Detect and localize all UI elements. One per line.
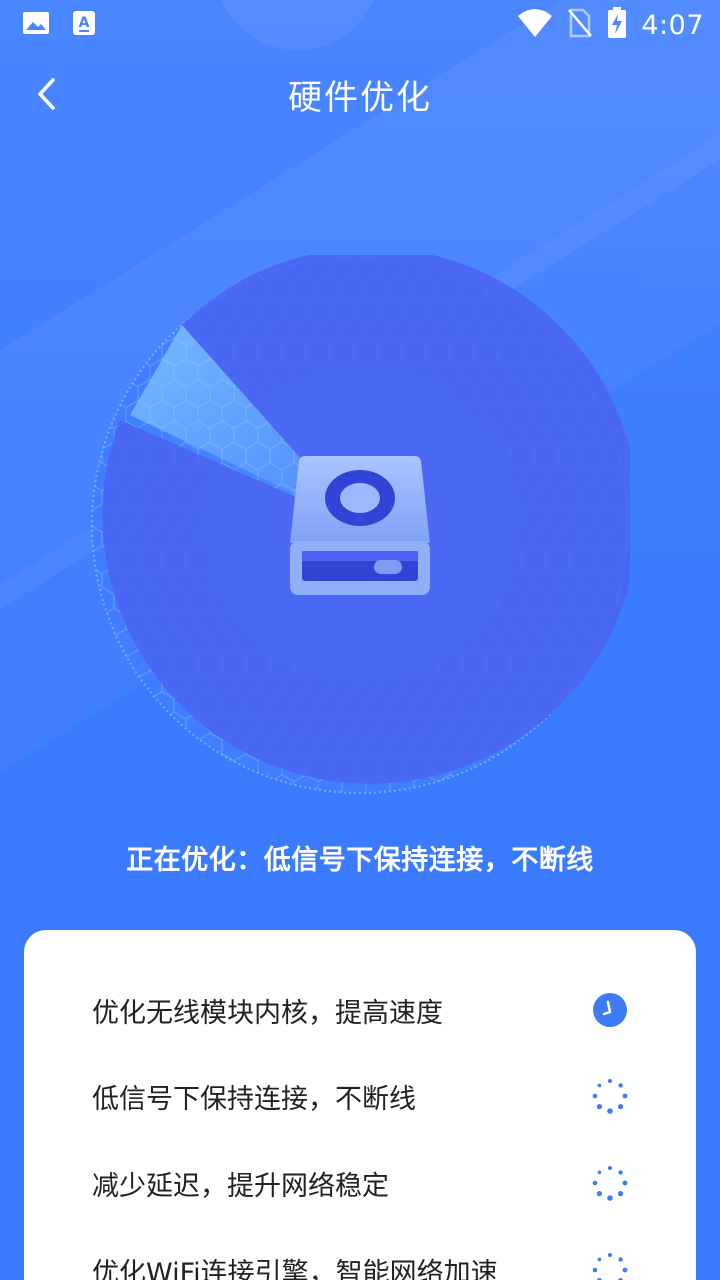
spinner-icon [592, 1078, 628, 1114]
clock-check-icon [592, 992, 628, 1028]
status-bar-left: A [22, 10, 96, 40]
task-item: 减少延迟，提升网络稳定 [24, 1153, 696, 1213]
task-label: 优化WiFi连接引擎，智能网络加速 [92, 1257, 498, 1280]
task-label: 减少延迟，提升网络稳定 [92, 1170, 389, 1202]
back-button[interactable] [26, 72, 66, 116]
battery-charging-icon [607, 7, 627, 43]
task-label: 低信号下保持连接，不断线 [92, 1083, 416, 1115]
wifi-icon [517, 8, 553, 42]
status-bar-right: 4:07 [517, 7, 704, 43]
optimizing-status-text: 正在优化：低信号下保持连接，不断线 [126, 845, 594, 876]
task-list-card: 优化无线模块内核，提高速度 低信号下保持连接，不断线 减少延迟，提升网络稳定 优… [24, 930, 696, 1280]
app-header: 硬件优化 [0, 58, 720, 130]
hard-drive-icon [290, 456, 430, 595]
status-bar: A 4:07 [0, 0, 720, 50]
image-icon [22, 11, 50, 39]
text-app-icon: A [72, 10, 96, 40]
scanner-radar [90, 247, 639, 795]
task-item: 低信号下保持连接，不断线 [24, 1066, 696, 1126]
task-item: 优化WiFi连接引擎，智能网络加速 [24, 1240, 696, 1280]
page-title: 硬件优化 [288, 77, 432, 118]
spinner-icon [592, 1252, 628, 1280]
svg-text:A: A [79, 15, 90, 31]
status-time: 4:07 [641, 9, 704, 41]
task-label: 优化无线模块内核，提高速度 [92, 997, 443, 1029]
task-item: 优化无线模块内核，提高速度 [24, 980, 696, 1040]
spinner-icon [592, 1165, 628, 1201]
chevron-left-icon [38, 78, 55, 110]
no-sim-icon [567, 8, 593, 42]
